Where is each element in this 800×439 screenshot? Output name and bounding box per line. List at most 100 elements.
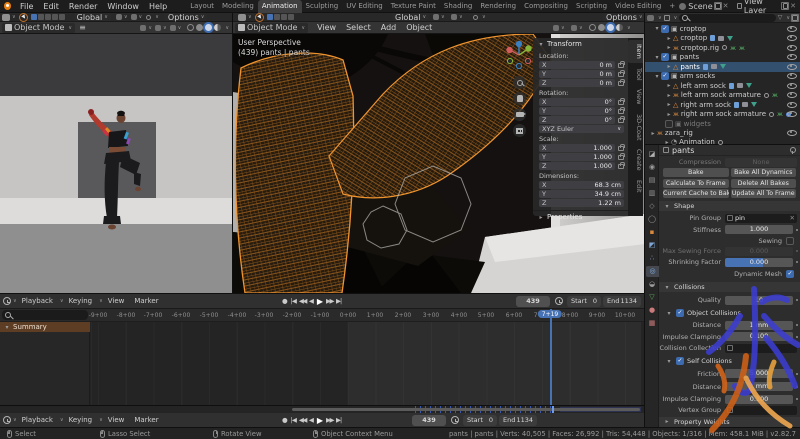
display-mode-icon[interactable] [664, 15, 670, 21]
hide-icon[interactable] [787, 24, 796, 32]
active-tool-icon[interactable] [255, 13, 264, 22]
tool-icon[interactable] [59, 14, 65, 20]
jump-to-end-button[interactable]: ▶| [336, 297, 341, 305]
tab-texture-paint[interactable]: Texture Paint [387, 0, 440, 13]
hide-icon[interactable] [787, 100, 796, 108]
property-weights-header[interactable]: ▸Property Weights [659, 417, 800, 427]
tab-edit[interactable]: Edit [628, 176, 643, 197]
new-view-layer-icon[interactable] [783, 3, 788, 9]
use-preview-range-icon[interactable] [451, 416, 459, 424]
menu-playback[interactable]: Playback [17, 297, 58, 305]
tab-create[interactable]: Create [628, 145, 643, 175]
tab-world-icon[interactable]: ◯ [646, 214, 658, 225]
frame-start-field[interactable]: Start0 [463, 415, 497, 426]
tab-constraints-icon[interactable]: ◒ [646, 279, 658, 290]
frame-start-field[interactable]: Start0 [567, 296, 601, 307]
tab-physics-icon[interactable]: ◎ [646, 266, 659, 277]
prev-keyframe-button[interactable]: ◀◀ [299, 416, 306, 424]
proportional-edit-icon[interactable] [473, 15, 478, 20]
pan-button[interactable] [513, 92, 526, 105]
tool-icon[interactable] [288, 14, 294, 20]
current-frame-field[interactable]: 439 [412, 415, 446, 426]
new-collection-icon[interactable] [792, 15, 798, 21]
lock-icon[interactable] [618, 118, 624, 123]
zoom-button[interactable] [513, 76, 526, 89]
animate-dot[interactable] [796, 386, 798, 388]
current-frame-field[interactable]: 439 [516, 296, 550, 307]
tab-texture-icon[interactable]: ▦ [646, 318, 658, 329]
sewing-checkbox[interactable] [786, 237, 794, 245]
active-tool-icon[interactable] [19, 13, 28, 22]
channel-search-input[interactable] [2, 310, 88, 320]
outliner-row[interactable]: ▸△ left arm sock [645, 81, 800, 91]
tool-select-box-icon[interactable] [31, 14, 37, 20]
lock-icon[interactable] [618, 109, 624, 114]
properties-subpanel-header[interactable]: ▸Properties [533, 210, 628, 223]
collisions-section-header[interactable]: ▾Collisions [659, 282, 800, 292]
gizmos-toggle-icon[interactable] [553, 25, 559, 31]
mode-dropdown[interactable]: Object Mode∨ [2, 23, 75, 33]
tab-view-layer-icon[interactable]: ▥ [646, 188, 658, 199]
tab-view[interactable]: View [628, 85, 643, 108]
playhead[interactable] [550, 309, 552, 406]
pin-group-field[interactable]: pin ✕ [725, 214, 797, 223]
collection-checkbox[interactable]: ✓ [661, 53, 669, 61]
menu-view[interactable]: View [103, 297, 130, 305]
frame-end-field[interactable]: End1134 [499, 415, 537, 426]
self-distance-slider[interactable]: 2 mm [725, 382, 793, 391]
tab-animation[interactable]: Animation [258, 0, 302, 13]
options-dropdown[interactable]: Options∨ [603, 13, 646, 21]
collision-collection-field[interactable] [725, 344, 797, 353]
outliner-row[interactable]: ▾✓ ▣ pants [645, 53, 800, 63]
hide-icon[interactable] [787, 81, 796, 89]
horizontal-scrollbar[interactable] [292, 408, 640, 411]
tab-output-icon[interactable]: ▤ [646, 175, 658, 186]
menu-keying[interactable]: Keying [64, 297, 98, 305]
editor-type-icon[interactable] [647, 15, 654, 21]
hide-icon[interactable] [787, 90, 796, 98]
editor-type-icon[interactable] [238, 14, 246, 21]
hide-icon[interactable] [787, 43, 796, 51]
animate-dot[interactable] [796, 324, 798, 326]
tab-uv-editing[interactable]: UV Editing [342, 0, 387, 13]
shading-rendered-icon[interactable] [214, 24, 221, 31]
play-reverse-button[interactable]: ◀ [309, 416, 314, 424]
add-workspace-button[interactable]: + [665, 0, 679, 13]
dynamic-mesh-checkbox[interactable]: ✓ [786, 270, 794, 278]
collection-checkbox[interactable]: ✓ [661, 72, 669, 80]
outliner-row[interactable]: ▸△ croptop [645, 34, 800, 44]
overlays-toggle-icon[interactable] [571, 25, 577, 31]
animate-dot[interactable] [796, 250, 798, 252]
bake-button[interactable]: Bake [663, 168, 729, 177]
stiffness-slider[interactable]: 1.000 [725, 225, 793, 234]
shading-solid-icon[interactable] [196, 24, 203, 31]
animate-dot[interactable] [796, 229, 798, 231]
transform-panel-header[interactable]: ▾Transform [533, 38, 628, 50]
shading-solid-icon[interactable] [598, 24, 605, 31]
editor-type-icon[interactable] [2, 14, 10, 21]
outliner-row[interactable]: ▸ж right arm sock armature ж [645, 110, 800, 120]
friction-slider[interactable]: 5.000 [725, 369, 793, 378]
compression-row[interactable]: Compression None [659, 157, 800, 167]
scale-y-field[interactable]: Y1.000 [539, 153, 615, 161]
remove-view-layer-icon[interactable]: ✕ [790, 2, 796, 10]
hide-icon[interactable] [787, 62, 796, 70]
outliner-row[interactable]: ▸ж left arm sock armature ж [645, 91, 800, 101]
tab-scene-icon[interactable]: ◇ [646, 201, 658, 212]
quality-slider[interactable]: 10 [725, 296, 793, 305]
location-x-field[interactable]: X0 m [539, 61, 615, 69]
hide-icon[interactable] [787, 33, 796, 41]
outliner-search-input[interactable] [679, 14, 775, 22]
shading-wireframe-icon[interactable] [187, 24, 194, 31]
lock-icon[interactable] [618, 63, 624, 68]
tool-icon[interactable] [45, 14, 51, 20]
compression-dropdown[interactable]: None [725, 158, 797, 167]
menu-marker[interactable]: Marker [129, 297, 163, 305]
new-scene-icon[interactable] [715, 3, 721, 9]
outliner-row[interactable]: ▾✓ ▣ arm socks [645, 72, 800, 82]
animate-dot[interactable] [796, 336, 798, 338]
object-collisions-checkbox[interactable]: ✓ [676, 309, 684, 317]
overlays-toggle-icon[interactable] [155, 25, 161, 31]
menus-collapsed-icon[interactable]: ≡ [79, 23, 86, 32]
scale-x-field[interactable]: X1.000 [539, 144, 615, 152]
